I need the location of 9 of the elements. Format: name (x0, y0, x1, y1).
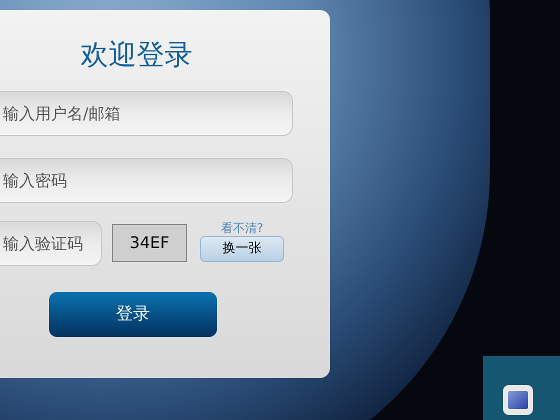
captcha-field[interactable]: 输入验证码 (0, 221, 102, 266)
panel-title: 欢迎登录 (80, 37, 192, 73)
app-icon[interactable] (503, 385, 533, 415)
login-button[interactable]: 登录 (49, 292, 217, 337)
password-field[interactable]: 输入密码 (0, 158, 293, 203)
refresh-captcha-button[interactable]: 换一张 (200, 236, 284, 262)
captcha-hint: 看不清? (220, 221, 264, 236)
username-field[interactable]: 输入用户名/邮箱 (0, 91, 293, 136)
captcha-image: 34EF (112, 224, 187, 262)
